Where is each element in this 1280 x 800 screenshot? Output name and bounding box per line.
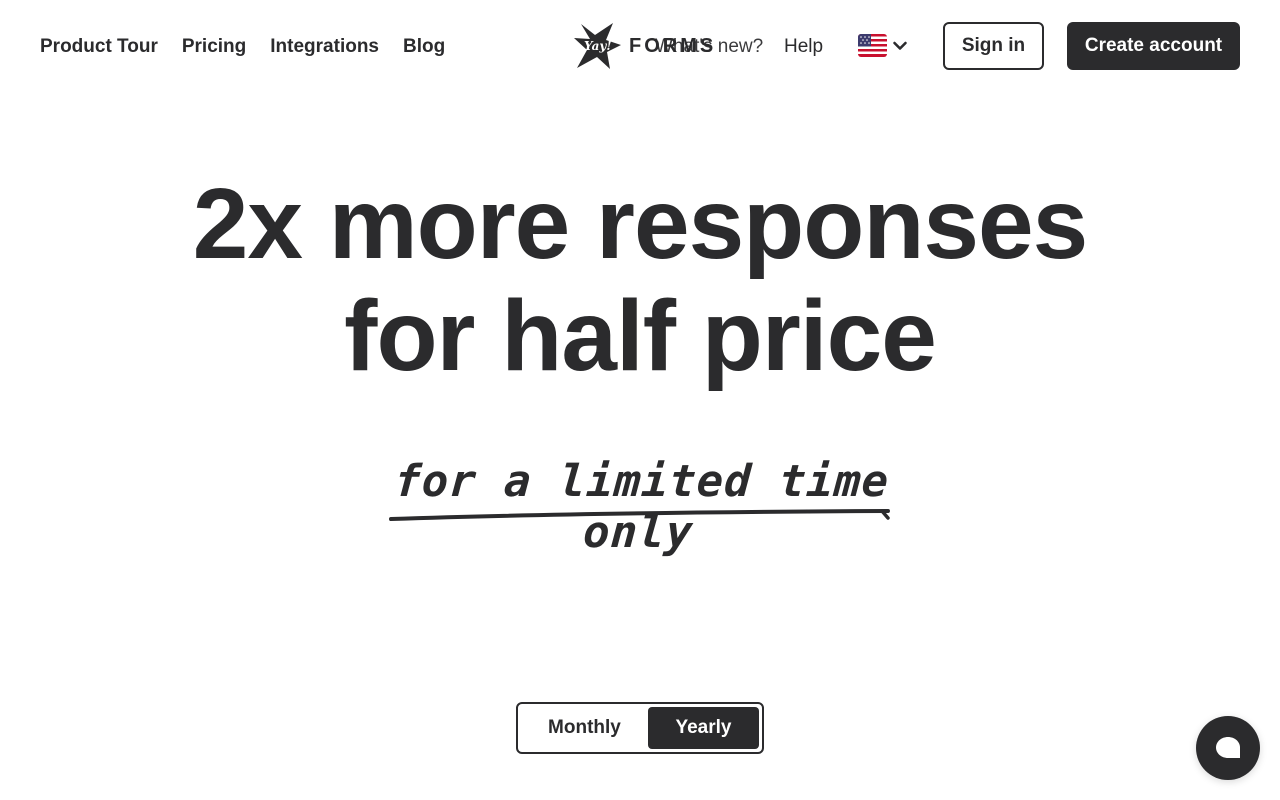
chat-bubble-icon <box>1216 737 1240 758</box>
toggle-monthly[interactable]: Monthly <box>521 707 648 749</box>
nav-link-blog[interactable]: Blog <box>403 33 445 61</box>
nav-link-product-tour[interactable]: Product Tour <box>40 33 158 61</box>
pricing-page: Product Tour Pricing Integrations Blog Y… <box>0 0 1280 800</box>
yay-star-logo-icon: Yay! <box>574 23 621 69</box>
primary-nav: Product Tour Pricing Integrations Blog <box>40 33 469 61</box>
whats-new-link[interactable]: What's new? <box>655 33 763 61</box>
help-link[interactable]: Help <box>784 33 823 61</box>
create-account-button[interactable]: Create account <box>1067 22 1240 70</box>
chat-launcher-button[interactable] <box>1196 716 1260 780</box>
hero-title-line-2: for half price <box>344 280 937 392</box>
sign-in-button[interactable]: Sign in <box>943 22 1044 70</box>
hero-title: 2x more responses for half price <box>0 168 1280 392</box>
chevron-down-icon <box>893 41 907 50</box>
hero-tagline: for a limited time only <box>388 450 892 558</box>
svg-text:Yay!: Yay! <box>584 39 612 53</box>
billing-period-toggle: Monthly Yearly <box>516 702 764 754</box>
language-selector[interactable] <box>858 34 908 57</box>
hero-title-line-1: 2x more responses <box>192 168 1089 280</box>
tagline-underline <box>389 509 890 521</box>
us-flag-icon <box>858 34 887 57</box>
nav-link-pricing[interactable]: Pricing <box>182 33 246 61</box>
nav-link-integrations[interactable]: Integrations <box>270 33 379 61</box>
toggle-yearly[interactable]: Yearly <box>647 707 759 749</box>
